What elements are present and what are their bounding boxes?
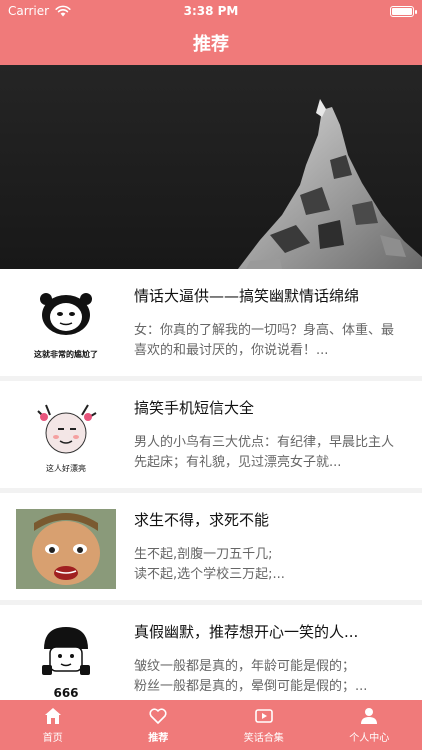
list-item[interactable]: 这人好漂亮 搞笑手机短信大全 男人的小鸟有三大优点：有纪律，早晨比主人先起床；有… <box>0 381 422 488</box>
top-bar: Carrier 3:38 PM 推荐 <box>0 0 422 65</box>
thumb-caption: 这人好漂亮 <box>46 463 86 473</box>
app-screen: Carrier 3:38 PM 推荐 这就非常的尴尬了 情话大逼供——搞笑幽默情… <box>0 0 422 750</box>
panda-meme-thumbnail: 这就非常的尴尬了 <box>16 285 116 365</box>
list-item-desc: 皱纹一般都是真的，年龄可能是假的； 粉丝一般都是真的，晕倒可能是假的；... <box>134 659 368 694</box>
tab-home[interactable]: 首页 <box>0 700 106 750</box>
battery-fill <box>392 8 412 15</box>
tab-label: 首页 <box>42 733 63 744</box>
battery-icon <box>390 6 417 17</box>
list-item-title: 真假幽默，推荐想开心一笑的人... <box>134 623 359 641</box>
heart-icon <box>149 708 167 724</box>
tab-bar: 首页 推荐 笑话合集 个人中心 <box>0 700 422 750</box>
cartoon-face-thumbnail <box>16 509 116 589</box>
video-icon <box>254 709 273 723</box>
article-list: 这就非常的尴尬了 情话大逼供——搞笑幽默情话绵绵 女：你真的了解我的一切吗？身高… <box>0 269 422 717</box>
status-bar: Carrier 3:38 PM <box>0 0 422 22</box>
list-item[interactable]: 这就非常的尴尬了 情话大逼供——搞笑幽默情话绵绵 女：你真的了解我的一切吗？身高… <box>0 269 422 376</box>
face-meme-thumbnail: 这人好漂亮 <box>16 397 116 477</box>
list-item-title: 搞笑手机短信大全 <box>134 399 255 417</box>
tab-label: 个人中心 <box>349 733 390 744</box>
list-item[interactable]: 求生不得，求死不能 生不起,剖腹一刀五千几; 读不起,选个学校三万起;... <box>0 493 422 600</box>
thumb-caption: 这就非常的尴尬了 <box>34 349 98 359</box>
mushroom-meme-thumbnail: 666 <box>16 621 116 701</box>
status-time: 3:38 PM <box>183 4 239 18</box>
tab-recommend[interactable]: 推荐 <box>106 700 212 750</box>
list-item-desc: 女：你真的了解我的一切吗？身高、体重、最喜欢的和最讨厌的，你说说看！... <box>134 323 395 358</box>
banner[interactable] <box>0 65 422 269</box>
tab-label: 笑话合集 <box>243 733 284 744</box>
list-item-desc: 男人的小鸟有三大优点：有纪律，早晨比主人先起床；有礼貌，见过漂亮女子就... <box>134 435 395 470</box>
user-icon <box>361 708 378 724</box>
list-item-desc: 生不起,剖腹一刀五千几; 读不起,选个学校三万起;... <box>134 547 285 582</box>
list-item-title: 求生不得，求死不能 <box>134 511 270 529</box>
list-item-title: 情话大逼供——搞笑幽默情话绵绵 <box>134 287 360 305</box>
tab-profile[interactable]: 个人中心 <box>317 700 422 750</box>
list-item[interactable]: 666 真假幽默，推荐想开心一笑的人... 皱纹一般都是真的，年龄可能是假的； … <box>0 605 422 712</box>
home-icon <box>44 708 61 724</box>
sculpture-banner-image <box>238 99 422 269</box>
thumb-caption: 666 <box>53 686 78 700</box>
page-title: 推荐 <box>193 34 229 55</box>
tab-jokes[interactable]: 笑话合集 <box>211 700 317 750</box>
tab-label: 推荐 <box>148 733 169 744</box>
